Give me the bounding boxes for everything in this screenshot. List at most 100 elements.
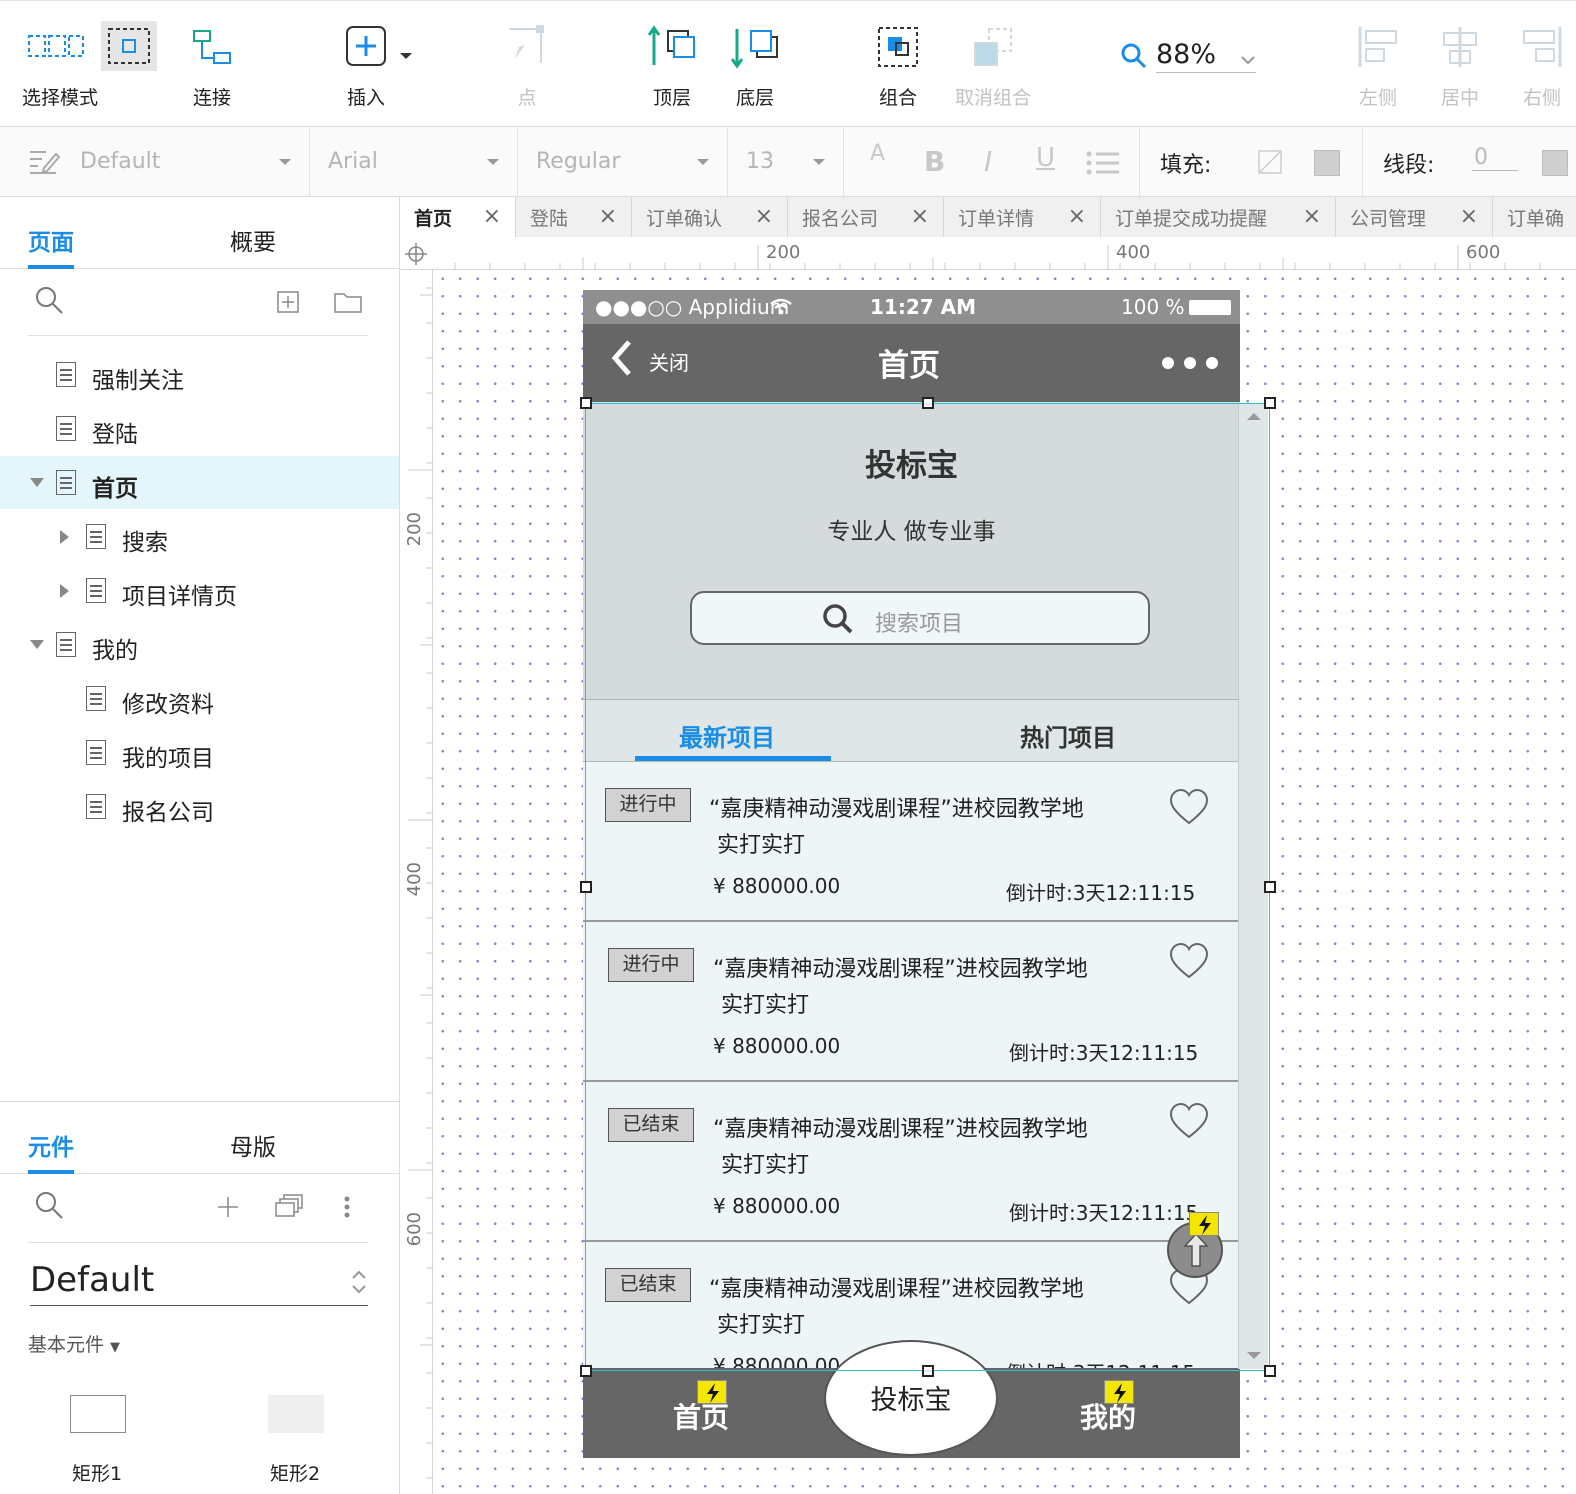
font-color-icon[interactable]: A [870,141,885,166]
group-button[interactable]: 组合 [876,21,920,110]
heart-icon[interactable] [1169,1102,1209,1140]
search-input[interactable]: 搜索项目 [690,591,1150,645]
design-canvas[interactable]: 首页 × 登陆 × 订单确认 × 报名公司 × 订单详情 × 订单提交成功提醒 × 公司管理… [400,197,1576,1494]
resize-handle[interactable] [922,397,934,409]
page-item[interactable]: 报名公司 [0,780,399,833]
tab-latest-projects[interactable]: 最新项目 [679,718,775,753]
library-select[interactable]: Default [30,1260,368,1306]
widget-category[interactable]: 基本元件 ▼ [28,1330,120,1357]
scroll-up-arrow-icon[interactable] [1246,411,1262,421]
wifi-icon [770,298,792,315]
chevron-left-icon [611,340,631,376]
fill-color-swatch[interactable] [1314,150,1340,176]
page-item[interactable]: 强制关注 [0,348,399,401]
project-card[interactable]: 进行中 “嘉庚精神动漫戏剧课程”进校园教学地 实打实打 ¥ 880000.00 倒… [583,922,1240,1082]
line-color-swatch[interactable] [1542,150,1568,176]
doc-tab[interactable]: 登陆 × [516,197,632,237]
expand-arrow-icon[interactable] [30,640,44,649]
left-panel: 页面 概要 强制关注 登陆 首页 搜索 项目详情页 我的 修改资料 我的项目 报… [0,197,400,1494]
page-item[interactable]: 我的项目 [0,726,399,779]
collapse-arrow-icon[interactable] [60,584,69,598]
add-folder-icon[interactable] [334,291,362,313]
widget-search-icon[interactable] [34,1190,64,1220]
add-library-icon[interactable] [217,1196,239,1218]
project-card[interactable]: 进行中 “嘉庚精神动漫戏剧课程”进校园教学地 实打实打 ¥ 880000.00 倒… [583,762,1240,922]
bold-icon[interactable]: B [924,145,945,178]
doc-tab[interactable]: 订单详情 × [944,197,1101,237]
close-icon[interactable]: × [599,204,617,229]
fill-none-icon[interactable] [1258,150,1282,174]
resize-handle[interactable] [580,881,592,893]
page-item[interactable]: 我的 [0,618,399,671]
resize-handle[interactable] [1264,881,1276,893]
resize-handle[interactable] [580,1365,592,1377]
page-item[interactable]: 修改资料 [0,672,399,725]
font-family-select[interactable]: Arial [310,127,518,196]
align-center-button[interactable]: 居中 [1438,21,1482,110]
doc-tab[interactable]: 订单提交成功提醒 × [1101,197,1336,237]
page-search-icon[interactable] [34,285,64,315]
page-item[interactable]: 搜索 [0,510,399,563]
tab-hot-projects[interactable]: 热门项目 [1020,718,1116,753]
underline-icon[interactable]: U [1036,143,1055,173]
expand-arrow-icon[interactable] [30,478,44,487]
chevron-down-icon [1241,56,1255,65]
tab-widgets[interactable]: 元件 [28,1128,74,1174]
project-card[interactable]: 已结束 “嘉庚精神动漫戏剧课程”进校园教学地实打实打 ¥ 880000.00 倒… [583,1082,1240,1242]
collapse-arrow-icon[interactable] [60,530,69,544]
add-page-icon[interactable] [277,291,299,313]
bring-to-front-button[interactable]: 顶层 [648,21,696,110]
close-icon[interactable]: × [483,204,501,229]
doc-tab[interactable]: 报名公司 × [788,197,944,237]
heart-icon[interactable] [1169,788,1209,826]
tab-outline[interactable]: 概要 [230,223,276,257]
close-icon[interactable]: × [1460,204,1478,229]
page-item[interactable]: 登陆 [0,402,399,455]
divider [28,1242,368,1243]
rectangle2-widget-thumb[interactable] [268,1395,324,1433]
resize-handle[interactable] [580,397,592,409]
line-width-input[interactable]: 0 [1472,145,1518,171]
back-button[interactable]: 关闭 [609,338,689,378]
heart-icon[interactable] [1169,942,1209,980]
ungroup-button[interactable]: 取消组合 [955,21,1031,110]
font-weight-select[interactable]: Regular [518,127,728,196]
point-icon [505,21,549,73]
connect-button[interactable]: 连接 [190,21,234,110]
rectangle1-widget-thumb[interactable] [70,1395,126,1433]
page-item-selected[interactable]: 首页 [0,456,399,509]
tab-masters[interactable]: 母版 [230,1128,276,1162]
doc-tab[interactable]: 订单确认 × [632,197,788,237]
select-mode-button[interactable]: 选择模式 [22,21,157,110]
library-stack-icon[interactable] [275,1194,303,1218]
font-size-select[interactable]: 13 [728,127,844,196]
doc-tab-active[interactable]: 首页 × [400,197,516,237]
bullet-list-icon[interactable] [1086,151,1120,175]
phone-mockup[interactable]: ●●●○○ Applidium 11:27 AM 100 % 关闭 首页 投标宝… [583,290,1240,1458]
more-dots-icon[interactable] [1161,356,1219,370]
insert-button[interactable]: 插入 [345,21,417,110]
align-left-button[interactable]: 左侧 [1356,21,1400,110]
scroll-down-arrow-icon[interactable] [1246,1351,1262,1361]
resize-handle[interactable] [922,1365,934,1377]
center-tab-button[interactable]: 投标宝 [824,1340,998,1456]
close-icon[interactable]: × [911,204,929,229]
project-title: “嘉庚精神动漫戏剧课程”进校园教学地 实打实打 [709,1277,1084,1338]
close-icon[interactable]: × [1068,204,1086,229]
style-select[interactable]: Default [0,127,310,196]
page-item[interactable]: 项目详情页 [0,564,399,617]
close-icon[interactable]: × [1303,204,1321,229]
zoom-control[interactable]: 88% [1120,39,1256,73]
point-button[interactable]: 点 [505,21,549,110]
italic-icon[interactable]: I [984,145,992,178]
send-to-back-button[interactable]: 底层 [731,21,779,110]
doc-tab[interactable]: 公司管理 × [1336,197,1493,237]
resize-handle[interactable] [1264,397,1276,409]
tab-pages[interactable]: 页面 [28,223,74,269]
close-icon[interactable]: × [755,204,773,229]
doc-tab[interactable]: 订单确 [1493,197,1576,237]
lightning-icon [1189,1212,1219,1236]
align-right-button[interactable]: 右侧 [1520,21,1564,110]
resize-handle[interactable] [1264,1365,1276,1377]
more-vertical-icon[interactable] [344,1196,350,1218]
